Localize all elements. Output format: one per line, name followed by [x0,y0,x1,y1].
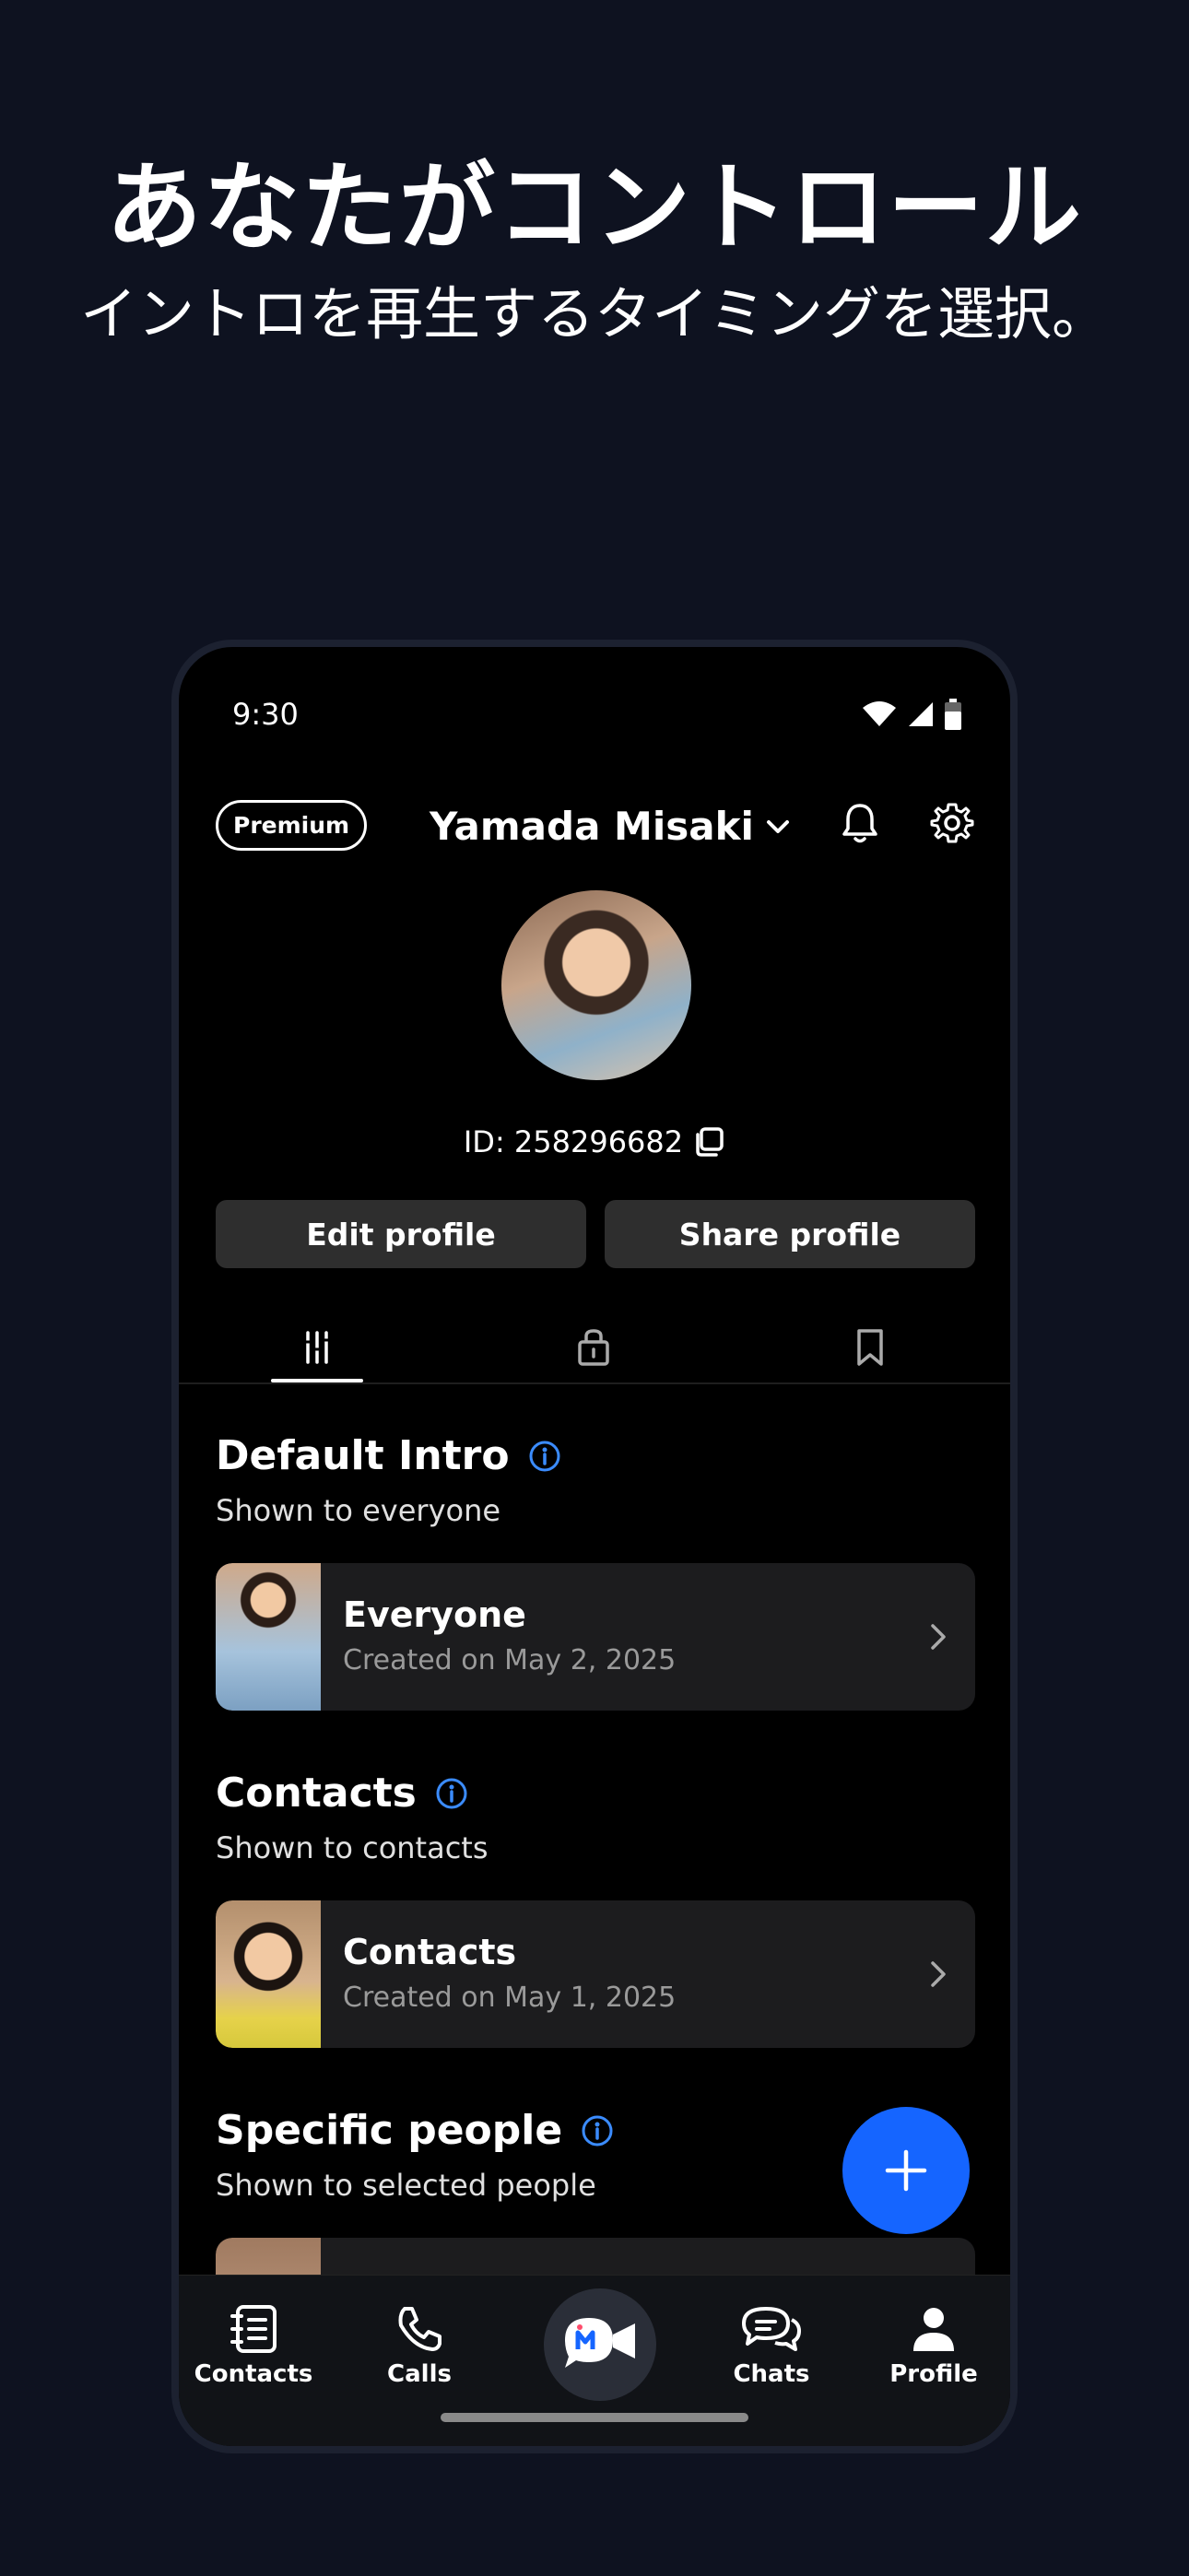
phone-frame: 9:30 Premium Yamada Misaki ID: 258296682… [171,640,1018,2453]
person-icon [913,2308,954,2351]
nav-label: Contacts [194,2360,313,2388]
lock-icon [578,1329,609,1366]
card-title: Everyone [343,1594,526,1635]
info-icon[interactable] [581,2114,614,2147]
plus-icon [885,2149,927,2192]
section-title-text: Specific people [216,2107,563,2154]
bell-icon[interactable] [837,800,883,846]
info-icon[interactable] [528,1440,561,1473]
status-bar: 9:30 [179,647,1010,732]
intro-thumbnail [216,1563,321,1711]
premium-badge[interactable]: Premium [216,800,368,851]
profile-tabs [179,1311,1010,1384]
add-intro-button[interactable] [842,2107,970,2234]
intro-thumbnail [216,1900,321,2048]
battery-icon [945,699,961,730]
gear-icon[interactable] [929,800,975,846]
nav-contacts[interactable]: Contacts [184,2303,323,2388]
share-profile-button[interactable]: Share profile [605,1200,975,1268]
section-title-default-intro: Default Intro [216,1432,561,1479]
tab-saved[interactable] [824,1311,916,1384]
nav-record-intro[interactable] [544,2288,656,2401]
chevron-right-icon [931,1961,946,1987]
tab-intros[interactable] [271,1311,363,1384]
account-switcher[interactable]: Yamada Misaki [430,804,793,849]
nav-label: Chats [733,2360,810,2388]
user-id: ID: 258296682 [463,1124,684,1159]
info-icon[interactable] [435,1777,468,1810]
profile-avatar[interactable] [501,890,691,1080]
intro-card-everyone[interactable]: Everyone Created on May 2, 2025 [216,1563,975,1711]
card-date: Created on May 2, 2025 [343,1644,677,1676]
chevron-right-icon [931,1624,946,1650]
section-title-text: Contacts [216,1770,417,1817]
nav-label: Calls [387,2360,452,2388]
bookmark-icon [857,1329,883,1366]
nav-profile[interactable]: Profile [865,2303,1003,2388]
nav-calls[interactable]: Calls [350,2303,489,2388]
section-subtitle: Shown to contacts [216,1830,489,1865]
section-title-specific-people: Specific people [216,2107,614,2154]
status-icons [861,699,962,730]
chevron-down-icon [766,819,789,833]
active-tab-indicator [271,1379,363,1382]
bottom-nav: Contacts Calls Chats Profile [179,2275,1010,2446]
home-indicator[interactable] [441,2413,748,2422]
status-time: 9:30 [232,697,299,732]
wifi-icon [863,701,896,726]
phone-icon [398,2307,441,2351]
chat-bubbles-icon [742,2307,801,2351]
section-title-contacts: Contacts [216,1770,468,1817]
card-title: Contacts [343,1932,517,1972]
intro-card-contacts[interactable]: Contacts Created on May 1, 2025 [216,1900,975,2048]
id-row: ID: 258296682 [179,1124,1010,1159]
top-bar: Premium Yamada Misaki [179,785,1010,859]
edit-profile-button[interactable]: Edit profile [216,1200,586,1268]
nav-label: Profile [889,2360,978,2388]
section-subtitle: Shown to everyone [216,1493,501,1528]
app-logo-video-icon [565,2318,635,2368]
promo-subline: イントロを再生するタイミングを選択。 [79,280,1109,347]
promo-headline: あなたがコントロール [105,151,1083,264]
contacts-icon [230,2305,277,2353]
tab-private[interactable] [547,1311,640,1384]
section-subtitle: Shown to selected people [216,2168,596,2203]
signal-icon [909,702,933,726]
user-name: Yamada Misaki [430,804,754,849]
copy-icon[interactable] [692,1125,725,1159]
section-title-text: Default Intro [216,1432,510,1479]
card-date: Created on May 1, 2025 [343,1982,677,2014]
intros-icon [304,1331,330,1364]
nav-chats[interactable]: Chats [702,2303,841,2388]
